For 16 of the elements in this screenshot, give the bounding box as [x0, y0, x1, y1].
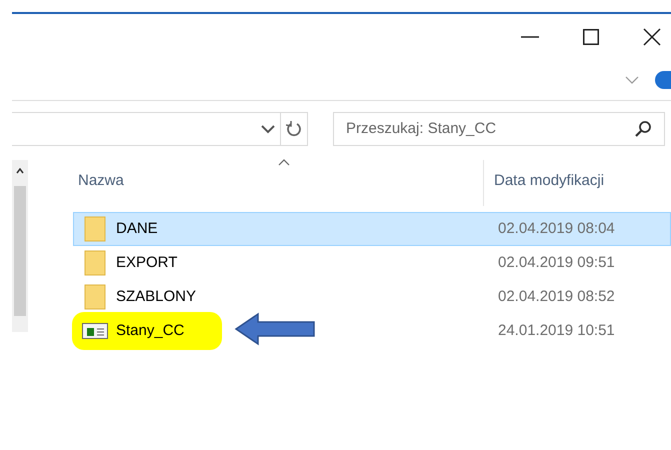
- file-name: SZABLONY: [116, 286, 196, 307]
- file-name: Stany_CC: [116, 320, 184, 341]
- file-name: DANE: [116, 218, 158, 239]
- file-name: EXPORT: [116, 252, 178, 273]
- search-field[interactable]: Przeszukaj: Stany_CC: [333, 112, 665, 146]
- date-cell-text: 24.01.2019 10:51: [498, 320, 615, 341]
- file-row[interactable]: DANE 02.04.2019 08:04: [73, 212, 671, 246]
- date-cell-text: 02.04.2019 08:04: [498, 218, 615, 239]
- file-row[interactable]: Stany_CC 24.01.2019 10:51: [73, 314, 671, 348]
- file-row[interactable]: SZABLONY 02.04.2019 08:52: [73, 280, 671, 314]
- column-header[interactable]: Data modyfikacji: [484, 160, 604, 212]
- file-row[interactable]: EXPORT 02.04.2019 09:51: [73, 246, 671, 280]
- column-header[interactable]: Nazwa: [58, 160, 483, 212]
- date-cell-text: 02.04.2019 08:52: [498, 286, 615, 307]
- search-input[interactable]: Przeszukaj: Stany_CC: [346, 118, 634, 140]
- date-cell-text: 02.04.2019 09:51: [498, 252, 615, 273]
